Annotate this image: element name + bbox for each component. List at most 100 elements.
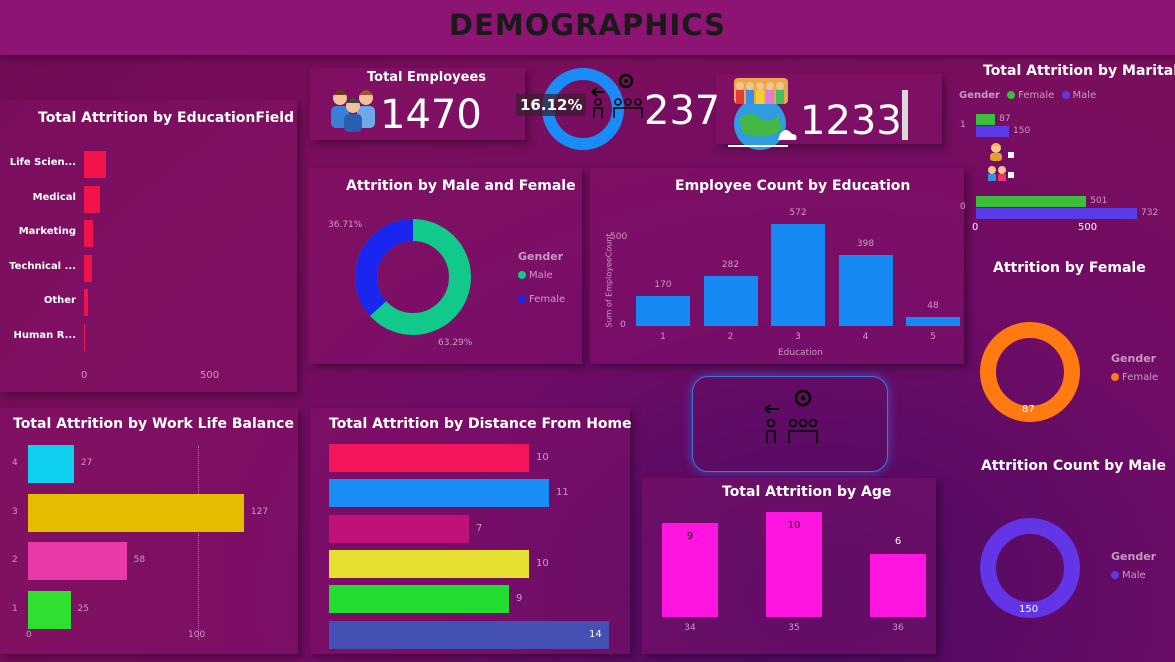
marital-data-label-female: 87 (999, 114, 1011, 124)
male-donut-legend: Male (1111, 570, 1146, 581)
female-donut-legend: Female (1111, 372, 1158, 383)
female-donut-title: Attrition by Female (993, 260, 1146, 276)
education-field-tick: 500 (200, 370, 220, 381)
education-count-data-label: 398 (856, 239, 875, 250)
work-life-balance-data-label: 25 (77, 603, 89, 614)
education-field-category-label: Life Scien... (9, 157, 76, 168)
title-bar: DEMOGRAPHICS (0, 0, 1175, 55)
kpi-attrition-count: 237 (644, 88, 721, 134)
age-bar (870, 554, 926, 617)
kpi-total-employees-title: Total Employees (367, 70, 487, 85)
gender-donut-chart[interactable]: Attrition by Male and Female 36.71% 63.2… (308, 168, 582, 364)
work-life-balance-tick: 100 (188, 630, 206, 640)
age-data-label: 10 (787, 520, 801, 531)
work-life-balance-bar (28, 542, 127, 580)
education-field-category-label: Other (43, 295, 76, 306)
education-field-chart[interactable]: Total Attrition by EducationField Life S… (0, 100, 297, 392)
kpi-attrition-card[interactable]: 16.12% 237 (516, 66, 720, 152)
education-count-data-label: 48 (927, 301, 939, 312)
marital-group-label: 1 (960, 120, 966, 130)
gender-donut-female-pct: 36.71% (328, 220, 363, 230)
education-count-chart[interactable]: Employee Count by Education Sum of Emplo… (590, 168, 964, 364)
gender-donut-title: Attrition by Male and Female (346, 178, 576, 194)
male-donut-chart[interactable]: Attrition Count by Male 150 Gender Male (975, 450, 1175, 630)
male-donut-legend-title: Gender (1111, 550, 1157, 563)
distance-data-label: 11 (556, 487, 569, 499)
age-category: 34 (684, 623, 696, 633)
distance-bar (329, 620, 609, 649)
distance-bar (329, 479, 549, 508)
page-title: DEMOGRAPHICS (449, 8, 726, 42)
distance-chart[interactable]: Total Attrition by Distance From Home 10… (310, 408, 632, 654)
education-count-category: 4 (862, 332, 869, 342)
gender-donut-legend-male: Male (518, 270, 553, 281)
marital-data-label-female: 501 (1090, 196, 1108, 206)
kpi-attrition-pct: 16.12% (516, 94, 587, 116)
gender-donut-male-pct: 63.29% (438, 338, 473, 348)
work-life-balance-category: 2 (12, 555, 18, 565)
education-field-bar (84, 254, 92, 282)
gender-donut (355, 219, 471, 335)
marital-bar-female (976, 114, 996, 125)
marital-legend: Gender Female Male (959, 90, 1097, 101)
age-data-label: 9 (686, 530, 694, 542)
education-field-category-label: Medical (32, 191, 76, 203)
education-count-bar (636, 295, 690, 326)
male-donut-title: Attrition Count by Male (981, 458, 1166, 474)
age-category: 36 (892, 623, 904, 633)
work-life-balance-data-label: 27 (80, 458, 93, 468)
work-life-balance-chart[interactable]: Total Attrition by Work Life Balance 4 27… (0, 408, 298, 654)
attrition-icon (591, 73, 643, 118)
education-count-title: Employee Count by Education (675, 178, 911, 194)
kpi-active-count: 1233 (800, 98, 902, 144)
education-count-xlabel: Education (778, 348, 823, 358)
work-life-balance-category: 4 (12, 458, 18, 468)
education-count-ytick: 500 (610, 232, 628, 242)
employees-icon (331, 90, 375, 132)
gender-donut-legend-title: Gender (518, 250, 564, 263)
distance-data-label: 10 (536, 452, 549, 463)
kpi-active-card[interactable]: 1233 (716, 74, 942, 150)
education-count-data-label: 170 (654, 279, 672, 290)
education-count-category: 1 (660, 332, 666, 342)
education-count-bar (703, 275, 758, 326)
education-count-ylabel: Sum of EmployeeCount (604, 233, 614, 328)
work-life-balance-data-label: 127 (250, 506, 269, 517)
marital-bar-male (976, 208, 1138, 219)
work-life-balance-bar (28, 445, 74, 483)
kpi-total-employees-card[interactable]: Total Employees 1470 (310, 68, 525, 140)
education-field-bar (84, 185, 100, 213)
education-field-bar (84, 323, 86, 351)
education-count-data-label: 282 (721, 259, 740, 270)
work-life-balance-gridline (198, 446, 199, 640)
marital-group-label: 0 (960, 202, 966, 212)
education-count-category: 3 (795, 332, 801, 342)
distance-data-label: 10 (536, 557, 549, 569)
distance-bar (329, 514, 469, 543)
male-donut-value: 150 (1019, 604, 1039, 615)
distance-data-label: 9 (516, 593, 523, 605)
work-life-balance-title: Total Attrition by Work Life Balance (13, 416, 294, 432)
education-field-category-label: Marketing (18, 226, 76, 237)
gender-donut-legend-female: Female (518, 294, 565, 305)
education-field-tick: 0 (81, 370, 88, 381)
distance-title: Total Attrition by Distance From Home (329, 416, 632, 432)
kpi-divider (902, 90, 908, 140)
work-life-balance-category: 3 (12, 506, 18, 517)
work-life-balance-category: 1 (12, 603, 18, 614)
age-chart[interactable]: Total Attrition by Age 9 34 10 35 6 36 (642, 478, 936, 654)
work-life-balance-data-label: 58 (133, 555, 146, 565)
education-count-bar (838, 255, 893, 326)
education-count-bar (906, 317, 960, 326)
distance-data-label: 14 (589, 628, 602, 640)
attrition-button[interactable] (692, 376, 888, 472)
distance-bar (329, 444, 529, 472)
education-field-category-label: Human R... (13, 329, 76, 341)
marital-tick: 0 (972, 222, 979, 233)
female-donut-chart[interactable]: Attrition by Female 87 Gender Female (975, 252, 1175, 432)
education-field-bar (84, 220, 93, 247)
marital-chart[interactable]: Total Attrition by Marital Gender Female… (950, 58, 1175, 238)
female-donut-value: 87 (1022, 404, 1035, 415)
age-category: 35 (788, 623, 800, 633)
marital-title: Total Attrition by Marital (983, 63, 1175, 79)
